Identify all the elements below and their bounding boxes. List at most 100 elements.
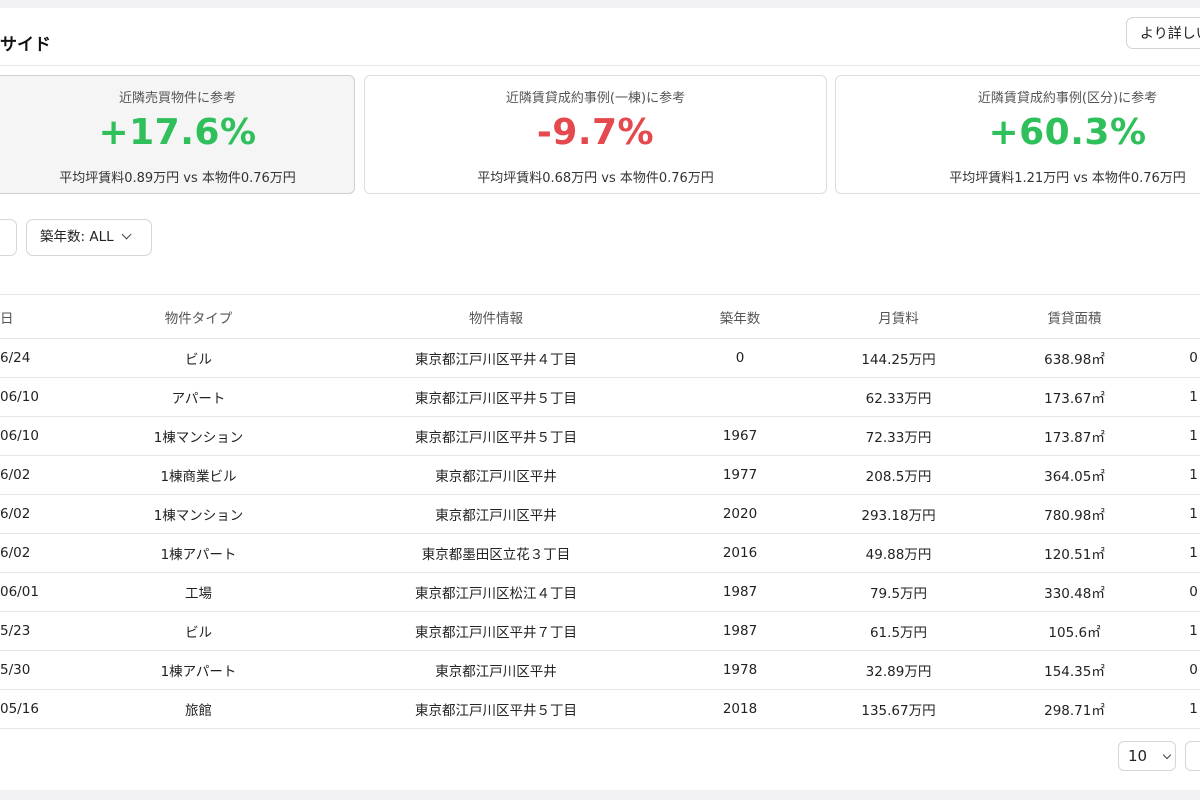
cell-date: 6/02 [0, 533, 80, 573]
cell-monthly-rent: 72.33万円 [805, 416, 992, 456]
cell-property-type: 1棟アパート [80, 650, 317, 690]
cell-property-info: 東京都江戸川区平井５丁目 [317, 689, 675, 729]
cell-property-info: 東京都江戸川区平井 [317, 494, 675, 534]
table-row[interactable]: 6/02 1棟マンション 東京都江戸川区平井 2020 293.18万円 780… [0, 494, 1200, 534]
cell-rental-area: 364.05㎡ [992, 455, 1157, 495]
column-header-building-age[interactable]: 築年数 [675, 294, 805, 339]
table-row[interactable]: 5/30 1棟アパート 東京都江戸川区平井 1978 32.89万円 154.3… [0, 650, 1200, 690]
cell-date: 6/02 [0, 455, 80, 495]
cell-rental-area: 298.71㎡ [992, 689, 1157, 729]
column-header-date[interactable]: 日 [0, 294, 80, 339]
cell-building-age: 1977 [675, 455, 805, 495]
cell-extra: 0 [1157, 572, 1200, 612]
filter-dropdown-partial[interactable] [0, 219, 17, 256]
cell-extra: 0 [1157, 650, 1200, 690]
more-details-button[interactable]: より詳しい [1126, 17, 1200, 49]
stat-card-label: 近隣賃貸成約事例(一棟)に参考 [505, 91, 686, 106]
cell-property-type: 工場 [80, 572, 317, 612]
building-age-filter[interactable]: 築年数: ALL [26, 219, 152, 256]
cell-rental-area: 154.35㎡ [992, 650, 1157, 690]
cell-date: 05/16 [0, 689, 80, 729]
cell-extra: 1 [1157, 377, 1200, 417]
column-header-monthly-rent[interactable]: 月賃料 [805, 294, 992, 339]
cell-property-info: 東京都江戸川区平井 [317, 650, 675, 690]
stat-card-value: +60.3% [988, 112, 1147, 153]
cell-date: 06/01 [0, 572, 80, 612]
cell-rental-area: 330.48㎡ [992, 572, 1157, 612]
cell-property-type: 旅館 [80, 689, 317, 729]
cell-property-type: アパート [80, 377, 317, 417]
table-row[interactable]: 06/10 アパート 東京都江戸川区平井５丁目 62.33万円 173.67㎡ … [0, 377, 1200, 417]
stat-card-unit-rent[interactable]: 近隣賃貸成約事例(区分)に参考 +60.3% 平均坪賃料1.21万円 vs 本物… [835, 75, 1200, 194]
cell-extra: 1 [1157, 494, 1200, 534]
page-title: サイド [0, 35, 51, 55]
cell-building-age [675, 377, 805, 417]
column-header-rental-area[interactable]: 賃貸面積 [992, 294, 1157, 339]
table-row[interactable]: 6/02 1棟商業ビル 東京都江戸川区平井 1977 208.5万円 364.0… [0, 455, 1200, 495]
table-row[interactable]: 05/16 旅館 東京都江戸川区平井５丁目 2018 135.67万円 298.… [0, 689, 1200, 729]
cell-monthly-rent: 49.88万円 [805, 533, 992, 573]
cell-extra: 1 [1157, 533, 1200, 573]
table-row[interactable]: 06/10 1棟マンション 東京都江戸川区平井５丁目 1967 72.33万円 … [0, 416, 1200, 456]
stat-card-value: -9.7% [536, 112, 655, 153]
stat-card-sales-reference[interactable]: 近隣売買物件に参考 +17.6% 平均坪賃料0.89万円 vs 本物件0.76万… [0, 75, 355, 194]
cell-property-type: 1棟商業ビル [80, 455, 317, 495]
cell-property-info: 東京都江戸川区平井５丁目 [317, 416, 675, 456]
cell-building-age: 1978 [675, 650, 805, 690]
cell-date: 6/02 [0, 494, 80, 534]
stat-card-value: +17.6% [98, 112, 257, 153]
cell-property-info: 東京都江戸川区平井 [317, 455, 675, 495]
cell-property-info: 東京都江戸川区松江４丁目 [317, 572, 675, 612]
column-header-property-type[interactable]: 物件タイプ [80, 294, 317, 339]
cell-building-age: 1967 [675, 416, 805, 456]
cell-rental-area: 780.98㎡ [992, 494, 1157, 534]
stat-card-label: 近隣売買物件に参考 [118, 91, 236, 106]
chevron-down-icon [1162, 750, 1172, 760]
table-row[interactable]: 6/24 ビル 東京都江戸川区平井４丁目 0 144.25万円 638.98㎡ … [0, 338, 1200, 378]
cell-property-type: 1棟マンション [80, 494, 317, 534]
cell-monthly-rent: 208.5万円 [805, 455, 992, 495]
comparables-table: 日 物件タイプ 物件情報 築年数 月賃料 賃貸面積 6/24 ビル 東京都江戸川… [0, 294, 1200, 729]
cell-date: 06/10 [0, 416, 80, 456]
column-header-extra[interactable] [1157, 294, 1200, 339]
table-row[interactable]: 06/01 工場 東京都江戸川区松江４丁目 1987 79.5万円 330.48… [0, 572, 1200, 612]
chevron-down-icon [121, 229, 132, 240]
cell-extra: 1 [1157, 689, 1200, 729]
stat-card-subtext: 平均坪賃料1.21万円 vs 本物件0.76万円 [949, 171, 1186, 186]
cell-extra: 1 [1157, 611, 1200, 651]
cell-building-age: 0 [675, 338, 805, 378]
stat-card-subtext: 平均坪賃料0.89万円 vs 本物件0.76万円 [59, 171, 296, 186]
cell-property-type: 1棟マンション [80, 416, 317, 456]
page-size-select[interactable]: 10 [1118, 741, 1176, 771]
cell-extra: 1 [1157, 455, 1200, 495]
cell-property-info: 東京都墨田区立花３丁目 [317, 533, 675, 573]
cell-date: 5/30 [0, 650, 80, 690]
cell-monthly-rent: 144.25万円 [805, 338, 992, 378]
cell-rental-area: 173.67㎡ [992, 377, 1157, 417]
cell-building-age: 2016 [675, 533, 805, 573]
cell-date: 6/24 [0, 338, 80, 378]
cell-property-type: ビル [80, 611, 317, 651]
table-header-row: 日 物件タイプ 物件情報 築年数 月賃料 賃貸面積 [0, 294, 1200, 339]
cell-property-info: 東京都江戸川区平井４丁目 [317, 338, 675, 378]
main-panel: サイド より詳しい 近隣売買物件に参考 +17.6% 平均坪賃料0.89万円 v… [0, 8, 1200, 790]
cell-date: 06/10 [0, 377, 80, 417]
table-row[interactable]: 6/02 1棟アパート 東京都墨田区立花３丁目 2016 49.88万円 120… [0, 533, 1200, 573]
table-row[interactable]: 5/23 ビル 東京都江戸川区平井７丁目 1987 61.5万円 105.6㎡ … [0, 611, 1200, 651]
cell-monthly-rent: 293.18万円 [805, 494, 992, 534]
cell-monthly-rent: 32.89万円 [805, 650, 992, 690]
pagination-button[interactable] [1185, 741, 1200, 771]
cell-building-age: 1987 [675, 572, 805, 612]
cell-rental-area: 173.87㎡ [992, 416, 1157, 456]
building-age-filter-label: 築年数: ALL [40, 229, 114, 245]
column-header-property-info[interactable]: 物件情報 [317, 294, 675, 339]
cell-monthly-rent: 61.5万円 [805, 611, 992, 651]
cell-monthly-rent: 62.33万円 [805, 377, 992, 417]
cell-property-info: 東京都江戸川区平井５丁目 [317, 377, 675, 417]
stat-card-whole-building-rent[interactable]: 近隣賃貸成約事例(一棟)に参考 -9.7% 平均坪賃料0.68万円 vs 本物件… [364, 75, 827, 194]
cell-monthly-rent: 135.67万円 [805, 689, 992, 729]
cell-extra: 0 [1157, 338, 1200, 378]
page-size-value: 10 [1128, 747, 1148, 765]
cell-monthly-rent: 79.5万円 [805, 572, 992, 612]
cell-property-type: 1棟アパート [80, 533, 317, 573]
